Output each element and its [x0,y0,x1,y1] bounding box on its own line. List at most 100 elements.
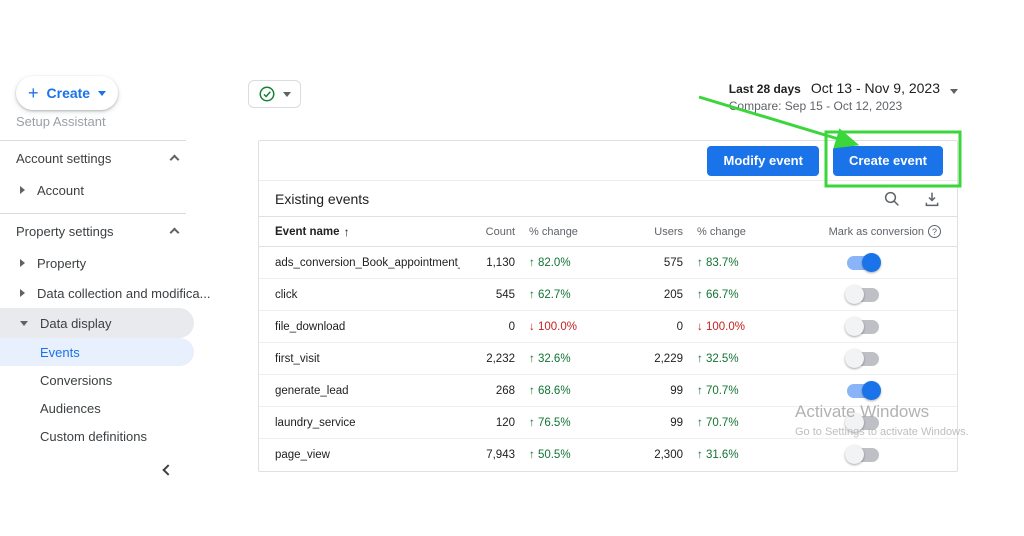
sidebar-item-account[interactable]: Account [0,175,196,205]
users-change-cell: ↑ 70.7% [697,384,739,397]
plus-icon: + [28,83,39,103]
search-button[interactable] [883,190,901,208]
events-toolbar: Modify event Create event [259,141,957,181]
sidebar-item-custom-definitions[interactable]: Custom definitions [0,422,196,450]
create-button-label: Create [46,85,91,101]
chevron-left-icon[interactable] [162,464,174,476]
table-row: page_view 7,943 ↑ 50.5% 2,300 ↑ 31.6% [259,439,957,471]
event-name-cell: file_download [275,320,346,333]
topbar: Last 28 days Oct 13 - Nov 9, 2023 Compar… [248,80,958,113]
table-row: ads_conversion_Book_appointment_1 1,130 … [259,247,957,279]
events-panel-header: Existing events [259,181,957,217]
search-icon [883,190,901,208]
main-content: Last 28 days Oct 13 - Nov 9, 2023 Compar… [196,0,1024,536]
section-label: Property settings [16,223,114,239]
help-icon[interactable]: ? [928,225,941,238]
sidebar-item-property[interactable]: Property [0,248,196,278]
count-change-cell: ↑ 82.0% [529,256,571,269]
event-count-cell: 545 [495,288,515,301]
conversion-toggle[interactable] [845,284,879,304]
date-compare: Compare: Sep 15 - Oct 12, 2023 [728,99,903,113]
count-change-cell: ↑ 32.6% [529,352,571,365]
date-range-label: Last 28 days [728,82,801,96]
sort-ascending-icon: ↑ [343,224,350,239]
status-filter-chip[interactable] [248,80,301,108]
table-row: click 545 ↑ 62.7% 205 ↑ 66.7% [259,279,957,311]
sidebar-section-account-settings[interactable]: Account settings [0,141,196,175]
sidebar-item-data-display[interactable]: Data display [0,308,194,338]
events-panel-title: Existing events [275,190,370,207]
sidebar-item-label: Data collection and modifica... [37,285,211,301]
conversion-toggle[interactable] [847,252,881,272]
date-range-text: Last 28 days Oct 13 - Nov 9, 2023 Compar… [729,80,940,113]
tree-arrow-right-icon [20,186,25,194]
sidebar-section-property-settings[interactable]: Property settings [0,214,196,248]
tree-arrow-right-icon [20,259,25,267]
events-table-header: Event name ↑ Count % change Users % chan… [259,217,957,247]
count-change-cell: ↑ 76.5% [529,416,571,429]
conversion-toggle[interactable] [845,445,879,464]
column-count[interactable]: Count [460,226,515,238]
conversion-toggle[interactable] [845,412,879,432]
column-mark-as-conversion: Mark as conversion ? [783,225,941,238]
chevron-down-icon [950,89,958,94]
column-label: Event name [275,225,340,238]
conversion-cell [783,445,941,464]
check-circle-icon [258,85,276,103]
ga4-admin-page: + Create Setup Assistant Account setting… [0,0,1024,536]
table-row: first_visit 2,232 ↑ 32.6% 2,229 ↑ 32.5% [259,343,957,375]
sidebar: + Create Setup Assistant Account setting… [0,0,210,536]
table-row: file_download 0 ↓ 100.0% 0 ↓ 100.0% [259,311,957,343]
toggle-knob [862,380,881,400]
conversion-cell [783,380,941,400]
conversion-cell [783,412,941,432]
conversion-cell [783,252,941,272]
sidebar-item-setup-assistant[interactable]: Setup Assistant [16,114,196,132]
toggle-knob [845,316,864,336]
chevron-up-icon [169,154,180,165]
conversion-cell [783,348,941,368]
column-users-change[interactable]: % change [683,226,783,238]
create-button[interactable]: + Create [16,76,119,110]
toggle-knob [845,412,864,432]
chevron-down-icon [283,91,291,97]
users-change-cell: ↑ 66.7% [697,288,739,301]
event-users-cell: 2,229 [654,352,683,365]
event-users-cell: 205 [663,288,683,301]
users-change-cell: ↑ 83.7% [697,256,739,269]
event-name-cell: laundry_service [275,416,356,429]
sidebar-item-events[interactable]: Events [0,338,194,366]
modify-event-button[interactable]: Modify event [707,145,819,176]
conversion-toggle[interactable] [847,380,881,400]
toggle-knob [845,284,864,304]
conversion-cell [783,316,941,336]
section-label: Account settings [16,150,112,166]
column-count-change[interactable]: % change [515,226,615,238]
column-event-name[interactable]: Event name ↑ [275,225,460,239]
date-range-value: Oct 13 - Nov 9, 2023 [810,80,940,96]
event-count-cell: 1,130 [486,256,515,269]
conversion-toggle[interactable] [845,348,879,368]
conversion-toggle[interactable] [845,316,879,336]
events-card: Modify event Create event Existing event… [258,140,958,472]
count-change-cell: ↑ 62.7% [529,288,571,301]
event-users-cell: 99 [670,416,683,429]
users-change-cell: ↓ 100.0% [697,320,745,333]
tree-arrow-right-icon [20,289,25,297]
tree-arrow-down-icon [20,320,28,326]
sidebar-item-audiences[interactable]: Audiences [0,394,196,422]
sidebar-item-label: Property [37,255,87,271]
date-range-picker[interactable]: Last 28 days Oct 13 - Nov 9, 2023 Compar… [729,80,958,113]
table-row: laundry_service 120 ↑ 76.5% 99 ↑ 70.7% [259,407,957,439]
event-name-cell: first_visit [275,352,320,365]
sidebar-item-label: Account [37,182,84,198]
sidebar-item-data-collection[interactable]: Data collection and modifica... [0,278,210,308]
sidebar-item-conversions[interactable]: Conversions [0,366,196,394]
event-name-cell: generate_lead [275,384,349,397]
toggle-knob [845,445,864,464]
event-name-cell: click [275,288,298,301]
column-users[interactable]: Users [615,226,683,238]
users-change-cell: ↑ 31.6% [697,449,739,461]
download-button[interactable] [923,190,941,208]
create-event-button[interactable]: Create event [832,145,943,176]
